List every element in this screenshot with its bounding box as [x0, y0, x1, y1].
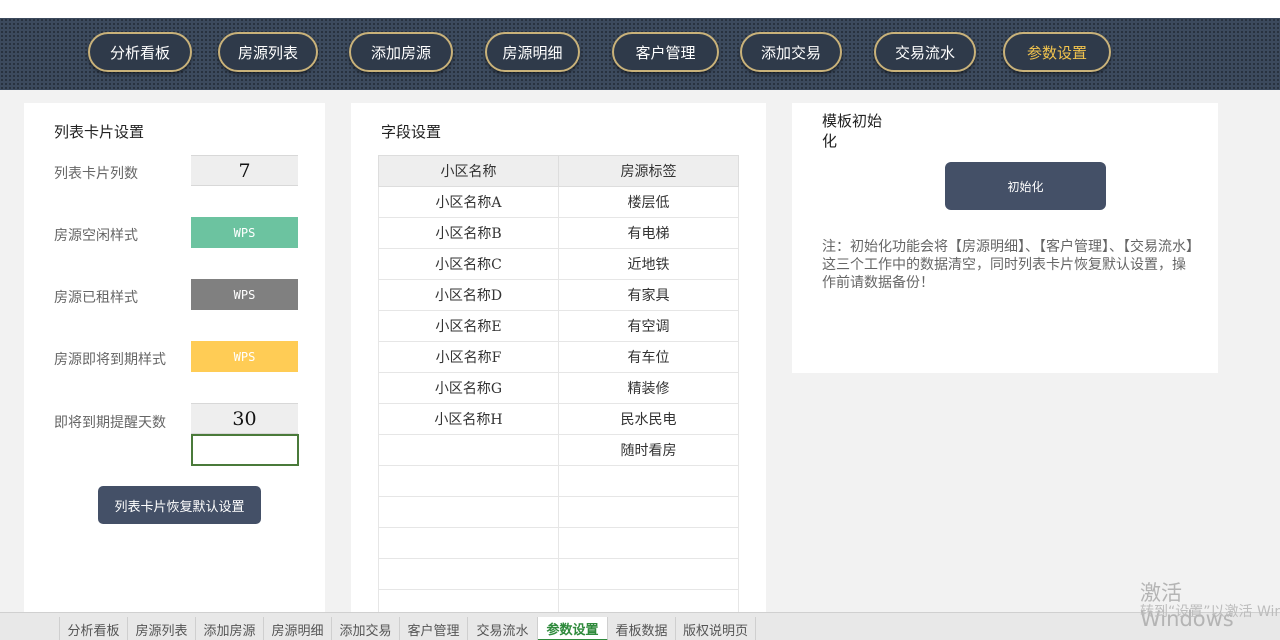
listing-tag-cell[interactable]: 随时看房	[558, 434, 739, 466]
sheet-tab-parameter-settings[interactable]: 参数设置	[538, 617, 608, 640]
top-navigation-bar: 分析看板 房源列表 添加房源 房源明细 客户管理 添加交易 交易流水 参数设置	[0, 18, 1280, 90]
listing-tag-cell[interactable]: 近地铁	[558, 248, 739, 280]
listing-tag-cell[interactable]: 有电梯	[558, 217, 739, 249]
table-row	[378, 496, 739, 528]
table-row	[378, 465, 739, 497]
table-row: 小区名称B 有电梯	[378, 217, 739, 249]
community-name-cell[interactable]: 小区名称B	[378, 217, 559, 249]
nav-button-add-transaction[interactable]: 添加交易	[740, 32, 842, 72]
card-settings-panel: 列表卡片设置 列表卡片列数 7 房源空闲样式 WPS 房源已租样式 WPS 房源…	[24, 103, 325, 612]
nav-button-dashboard[interactable]: 分析看板	[88, 32, 192, 72]
sheet-tab-add-transaction[interactable]: 添加交易	[332, 617, 400, 640]
community-name-cell[interactable]	[378, 434, 559, 466]
expiring-style-swatch[interactable]: WPS	[191, 341, 298, 372]
expiry-reminder-days-label: 即将到期提醒天数	[54, 415, 166, 431]
selected-cell[interactable]	[191, 434, 299, 466]
table-row: 随时看房	[378, 434, 739, 466]
listing-tag-cell[interactable]	[558, 496, 739, 528]
community-name-cell[interactable]	[378, 465, 559, 497]
rented-style-swatch[interactable]: WPS	[191, 279, 298, 310]
community-name-cell[interactable]	[378, 558, 559, 590]
community-name-cell[interactable]: 小区名称H	[378, 403, 559, 435]
community-name-cell[interactable]: 小区名称E	[378, 310, 559, 342]
nav-button-customer-management[interactable]: 客户管理	[612, 32, 719, 72]
table-row: 小区名称F 有车位	[378, 341, 739, 373]
nav-button-parameter-settings[interactable]: 参数设置	[1003, 32, 1111, 72]
top-strip	[0, 0, 1280, 18]
init-warning-note: 注：初始化功能会将【房源明细】、【客户管理】、【交易流水】这三个工作中的数据清空…	[822, 239, 1193, 292]
template-init-title: 模板初始化	[822, 112, 883, 151]
nav-button-listing-details[interactable]: 房源明细	[485, 32, 580, 72]
column-header-community-name: 小区名称	[378, 155, 559, 187]
table-row: 小区名称C 近地铁	[378, 248, 739, 280]
template-init-panel: 模板初始化 初始化 注：初始化功能会将【房源明细】、【客户管理】、【交易流水】这…	[792, 103, 1218, 373]
sheet-tab-copyright[interactable]: 版权说明页	[676, 617, 756, 640]
community-name-cell[interactable]: 小区名称G	[378, 372, 559, 404]
card-columns-label: 列表卡片列数	[54, 166, 138, 182]
listing-tag-cell[interactable]: 精装修	[558, 372, 739, 404]
expiry-reminder-days-value[interactable]: 30	[191, 403, 298, 434]
table-row: 小区名称D 有家具	[378, 279, 739, 311]
listing-tag-cell[interactable]	[558, 558, 739, 590]
nav-button-add-listing[interactable]: 添加房源	[349, 32, 453, 72]
expiring-style-label: 房源即将到期样式	[54, 352, 166, 368]
listing-tag-cell[interactable]: 民水民电	[558, 403, 739, 435]
listing-tag-cell[interactable]: 有车位	[558, 341, 739, 373]
field-settings-panel: 字段设置 小区名称 房源标签 小区名称A 楼层低 小区名称B 有电梯 小区名称C 近地…	[351, 103, 766, 612]
sheet-tab-dashboard[interactable]: 分析看板	[60, 617, 128, 640]
community-name-cell[interactable]	[378, 527, 559, 559]
card-columns-value[interactable]: 7	[191, 155, 298, 186]
community-name-cell[interactable]	[378, 496, 559, 528]
community-name-cell[interactable]: 小区名称C	[378, 248, 559, 280]
card-settings-title: 列表卡片设置	[54, 123, 145, 141]
listing-tag-cell[interactable]: 有家具	[558, 279, 739, 311]
sheet-tab-bar: 分析看板 房源列表 添加房源 房源明细 添加交易 客户管理 交易流水 参数设置 …	[0, 612, 1280, 640]
community-name-cell[interactable]	[378, 589, 559, 612]
activate-windows-subtext: 转到“设置”以激活 Windows。	[1140, 604, 1280, 620]
table-row: 小区名称G 精装修	[378, 372, 739, 404]
table-row: 小区名称H 民水民电	[378, 403, 739, 435]
column-header-listing-tag: 房源标签	[558, 155, 739, 187]
listing-tag-cell[interactable]: 楼层低	[558, 186, 739, 218]
table-row	[378, 589, 739, 612]
sheet-tab-add-listing[interactable]: 添加房源	[196, 617, 264, 640]
listing-tag-cell[interactable]	[558, 465, 739, 497]
sheet-tab-customer-management[interactable]: 客户管理	[400, 617, 468, 640]
field-settings-table: 小区名称 房源标签 小区名称A 楼层低 小区名称B 有电梯 小区名称C 近地铁 小区名…	[378, 155, 739, 612]
community-name-cell[interactable]: 小区名称F	[378, 341, 559, 373]
community-name-cell[interactable]: 小区名称A	[378, 186, 559, 218]
nav-button-listing-list[interactable]: 房源列表	[218, 32, 318, 72]
sheet-tab-dashboard-data[interactable]: 看板数据	[608, 617, 676, 640]
sheet-tab-nav[interactable]	[0, 617, 60, 640]
sheet-tab-transaction-log[interactable]: 交易流水	[468, 617, 538, 640]
table-row: 小区名称E 有空调	[378, 310, 739, 342]
initialize-button[interactable]: 初始化	[945, 162, 1106, 210]
listing-tag-cell[interactable]	[558, 589, 739, 612]
reset-card-defaults-button[interactable]: 列表卡片恢复默认设置	[98, 486, 261, 524]
sheet-tab-listing-details[interactable]: 房源明细	[264, 617, 332, 640]
table-row	[378, 558, 739, 590]
listing-tag-cell[interactable]	[558, 527, 739, 559]
table-row: 小区名称A 楼层低	[378, 186, 739, 218]
listing-tag-cell[interactable]: 有空调	[558, 310, 739, 342]
sheet-tab-listing-list[interactable]: 房源列表	[128, 617, 196, 640]
vacant-style-swatch[interactable]: WPS	[191, 217, 298, 248]
community-name-cell[interactable]: 小区名称D	[378, 279, 559, 311]
field-settings-title: 字段设置	[381, 123, 442, 141]
nav-button-transaction-log[interactable]: 交易流水	[874, 32, 976, 72]
vacant-style-label: 房源空闲样式	[54, 228, 138, 244]
rented-style-label: 房源已租样式	[54, 290, 138, 306]
table-row	[378, 527, 739, 559]
